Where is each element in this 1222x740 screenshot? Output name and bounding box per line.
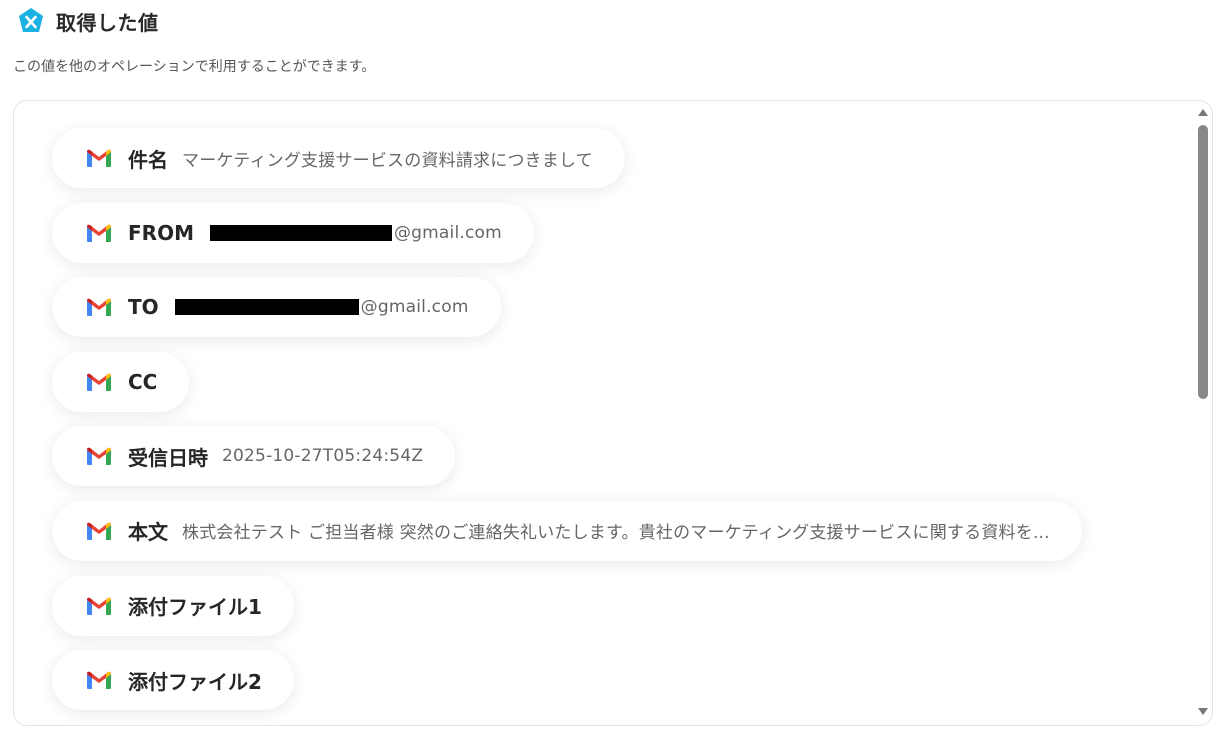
yoom-x-icon — [19, 8, 43, 32]
value-chip[interactable]: CC — [52, 351, 190, 412]
values-list: 件名 マーケティング支援サービスの資料請求につきまして FROM @gmail.com… — [52, 128, 1082, 725]
value-text: 株式会社テスト ご担当者様 突然のご連絡失礼いたします。貴社のマーケティング支援… — [182, 523, 1050, 544]
value-label: 受信日時 — [128, 445, 208, 470]
gmail-icon — [87, 373, 111, 391]
gmail-icon — [87, 597, 111, 615]
value-label: FROM — [128, 220, 194, 245]
scrollbar-thumb[interactable] — [1198, 125, 1208, 399]
value-row: FROM @gmail.com — [52, 202, 1082, 278]
value-text: マーケティング支援サービスの資料請求につきまして — [182, 150, 593, 171]
gmail-icon — [87, 671, 111, 690]
section-header: 取得した値 — [16, 6, 159, 36]
value-label: 本文 — [128, 520, 168, 545]
value-label: TO — [128, 295, 159, 320]
redacted-text — [174, 299, 359, 316]
value-label: CC — [128, 369, 158, 394]
value-text: 2025-10-27T05:24:54Z — [222, 446, 424, 467]
gmail-icon — [87, 522, 111, 540]
gmail-icon — [87, 298, 111, 317]
value-chip[interactable]: 添付ファイル1 — [52, 575, 294, 636]
value-chip[interactable]: 受信日時 2025-10-27T05:24:54Z — [52, 426, 456, 487]
value-chip[interactable]: 件名 マーケティング支援サービスの資料請求につきまして — [52, 128, 625, 188]
scrollbar[interactable] — [1196, 105, 1210, 719]
scroll-down-arrow-icon[interactable] — [1198, 708, 1208, 715]
value-chip[interactable]: 本文 株式会社テスト ご担当者様 突然のご連絡失礼いたします。貴社のマーケティング… — [52, 500, 1082, 561]
page-title: 取得した値 — [56, 10, 159, 35]
page-subtitle: この値を他のオペレーションで利用することができます。 — [13, 59, 376, 75]
gmail-icon — [87, 149, 111, 167]
values-panel: 件名 マーケティング支援サービスの資料請求につきまして FROM @gmail.com… — [13, 100, 1213, 726]
gmail-icon — [87, 448, 111, 466]
value-text: @gmail.com — [360, 297, 469, 318]
value-chip[interactable]: 添付ファイル2 — [52, 650, 294, 711]
value-row: TO @gmail.com — [52, 277, 1082, 352]
value-chip[interactable]: TO @gmail.com — [52, 277, 501, 338]
redacted-text — [209, 224, 392, 241]
value-chip[interactable]: FROM @gmail.com — [52, 202, 534, 263]
value-row: 受信日時 2025-10-27T05:24:54Z — [52, 426, 1082, 501]
scroll-up-arrow-icon[interactable] — [1198, 109, 1208, 116]
value-text: @gmail.com — [393, 222, 502, 243]
value-row: 添付ファイル2 — [52, 650, 1082, 725]
value-label: 添付ファイル1 — [128, 595, 262, 620]
value-label: 件名 — [128, 147, 168, 172]
value-row: 本文 株式会社テスト ご担当者様 突然のご連絡失礼いたします。貴社のマーケティング… — [52, 500, 1082, 576]
value-row: CC — [52, 351, 1082, 427]
value-row: 件名 マーケティング支援サービスの資料請求につきまして — [52, 128, 1082, 203]
value-row: 添付ファイル1 — [52, 575, 1082, 651]
value-label: 添付ファイル2 — [128, 669, 262, 694]
gmail-icon — [87, 224, 111, 242]
